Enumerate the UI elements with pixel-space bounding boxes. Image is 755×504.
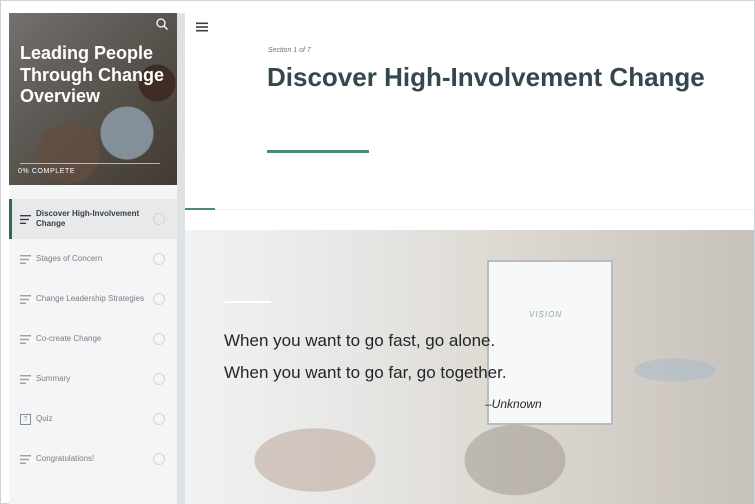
sidebar-item-label: Discover High-Involvement Change: [36, 209, 140, 228]
quote-accent-rule: [225, 301, 271, 303]
course-title: Leading People Through Change Overview: [20, 43, 164, 106]
sidebar-item-label: Stages of Concern: [36, 254, 103, 263]
course-progress-label: 0% COMPLETE: [18, 168, 76, 175]
lesson-lines-icon: [20, 294, 31, 304]
sidebar-item-summary[interactable]: Summary: [9, 359, 177, 399]
course-sidebar: Leading People Through Change Overview 0…: [9, 13, 177, 504]
sidebar-item-label: Change Leadership Strategies: [36, 294, 145, 303]
hamburger-menu-icon[interactable]: [196, 22, 208, 32]
quiz-icon: ?: [20, 413, 31, 425]
sidebar-resize-handle[interactable]: [177, 13, 185, 504]
status-circle-icon: [153, 373, 165, 385]
sidebar-item-label: Co-create Change: [36, 334, 102, 343]
course-hero-image: Leading People Through Change Overview 0…: [9, 13, 177, 185]
status-circle-icon: [153, 213, 165, 225]
progress-divider-accent: [185, 208, 215, 210]
quote-line-1: When you want to go fast, go alone.: [224, 331, 496, 350]
status-circle-icon: [153, 413, 165, 425]
section-counter: Section 1 of 7: [268, 47, 311, 54]
search-icon[interactable]: [155, 17, 169, 31]
lesson-lines-icon: [20, 334, 31, 344]
quote-author: –Unknown: [485, 397, 542, 411]
sidebar-item-change-leadership-strategies[interactable]: Change Leadership Strategies: [9, 279, 177, 319]
sidebar-item-quiz[interactable]: ? Quiz: [9, 399, 177, 439]
sidebar-item-stages-of-concern[interactable]: Stages of Concern: [9, 239, 177, 279]
lesson-lines-icon: [20, 254, 31, 264]
title-accent-bar: [267, 150, 369, 153]
status-circle-icon: [153, 293, 165, 305]
lesson-lines-icon: [20, 214, 31, 224]
quote-banner: VISION When you want to go fast, go alon…: [185, 230, 754, 504]
quote-line-2: When you want to go far, go together.: [224, 363, 507, 382]
sidebar-item-label: Congratulations!: [36, 454, 95, 463]
page-title: Discover High-Involvement Change: [267, 62, 705, 92]
course-progress-bar: [20, 163, 160, 164]
sidebar-item-discover-high-involvement-change[interactable]: Discover High-Involvement Change: [9, 199, 177, 239]
status-circle-icon: [153, 253, 165, 265]
status-circle-icon: [153, 333, 165, 345]
sidebar-item-congratulations[interactable]: Congratulations!: [9, 439, 177, 479]
sidebar-item-co-create-change[interactable]: Co-create Change: [9, 319, 177, 359]
lesson-lines-icon: [20, 374, 31, 384]
sidebar-item-label: Quiz: [36, 414, 53, 423]
whiteboard-text: VISION: [529, 310, 563, 319]
status-circle-icon: [153, 453, 165, 465]
sidebar-item-label: Summary: [36, 374, 71, 383]
lesson-content: Section 1 of 7 Discover High-Involvement…: [185, 13, 754, 504]
lesson-lines-icon: [20, 454, 31, 464]
lesson-nav: Discover High-Involvement Change Stages …: [9, 199, 177, 479]
content-divider: [215, 209, 754, 210]
